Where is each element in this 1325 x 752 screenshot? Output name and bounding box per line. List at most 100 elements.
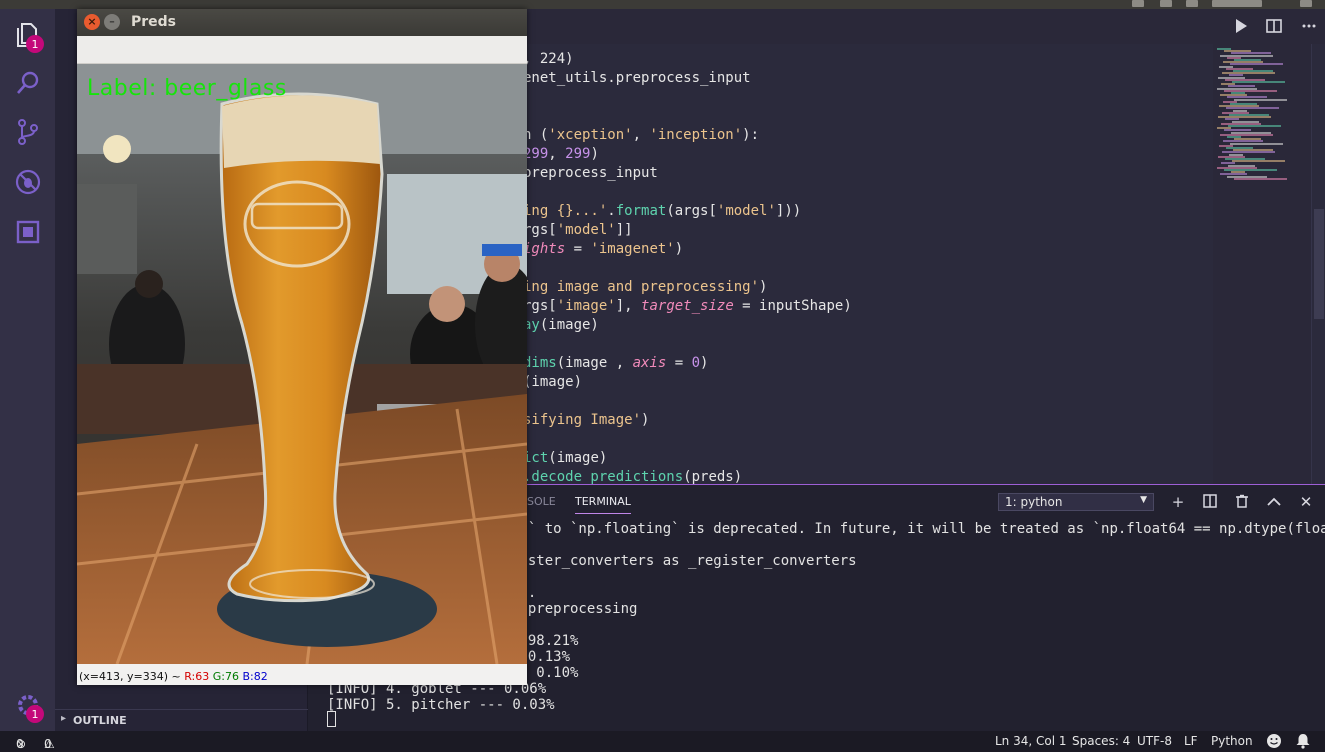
close-window-icon[interactable]: × — [84, 14, 100, 30]
chevron-up-icon[interactable] — [1266, 494, 1282, 510]
cursor-position[interactable]: Ln 34, Col 1 — [995, 734, 1067, 748]
preds-window[interactable]: × – Preds Label: beer_glass (x=413, y=33… — [77, 9, 527, 685]
clock[interactable] — [1212, 0, 1262, 7]
code-line[interactable]: dims(image , axis = 0) — [523, 354, 708, 373]
settings-badge: 1 — [26, 705, 44, 723]
terminal-line: ` to `np.floating` is deprecated. In fut… — [511, 521, 1325, 537]
code-line[interactable]: n ('xception', 'inception'): — [523, 126, 759, 145]
explorer-icon[interactable]: 1 — [12, 19, 44, 53]
code-line[interactable]: 299, 299) — [523, 145, 599, 164]
pixel-green: G:76 — [212, 670, 239, 683]
code-token: = — [666, 355, 692, 371]
extensions-icon[interactable] — [12, 216, 44, 248]
code-token: , 224) — [523, 51, 574, 67]
language-mode[interactable]: Python — [1211, 734, 1253, 748]
minimap[interactable] — [1213, 44, 1311, 484]
code-token: 299 — [565, 146, 591, 162]
code-token: ], — [615, 298, 642, 314]
code-line[interactable]: sifying Image') — [523, 411, 649, 430]
warnings-count: 0 — [44, 737, 52, 751]
code-token: ights — [523, 241, 566, 257]
prediction-label: Label: beer_glass — [87, 76, 287, 101]
minimap-line — [1232, 81, 1285, 83]
tab-terminal[interactable]: TERMINAL — [575, 495, 631, 514]
code-token: ) — [759, 279, 768, 295]
code-token: (args[ — [666, 203, 717, 219]
code-line[interactable]: rgs['image'], target_size = inputShape) — [523, 297, 852, 316]
tray-icon[interactable] — [1132, 0, 1144, 7]
close-panel-icon[interactable]: ✕ — [1298, 494, 1314, 510]
code-line[interactable]: preprocess_input — [523, 164, 658, 183]
split-editor-icon[interactable] — [1266, 18, 1282, 38]
window-title: Preds — [131, 14, 177, 30]
code-token: ) — [674, 241, 684, 257]
code-token: target_size — [641, 298, 734, 314]
code-line[interactable]: (image) — [523, 373, 582, 392]
code-line[interactable]: ict(image) — [523, 449, 607, 468]
code-token: ) — [641, 412, 650, 428]
code-token: ing image and preprocessing' — [523, 279, 760, 295]
code-token: (image) — [548, 450, 608, 466]
feedback-smiley-icon[interactable] — [1266, 733, 1282, 752]
run-icon[interactable] — [1234, 18, 1248, 38]
window-titlebar[interactable]: × – Preds — [77, 9, 527, 36]
split-terminal-icon[interactable] — [1202, 494, 1218, 510]
minimap-line — [1234, 177, 1287, 180]
code-line[interactable]: rgs['model']] — [523, 221, 633, 240]
indentation[interactable]: Spaces: 4 — [1072, 734, 1130, 748]
scrollbar-thumb[interactable] — [1314, 209, 1324, 319]
terminal-line: ster_converters as _register_converters — [511, 553, 857, 569]
code-token: = — [565, 241, 591, 257]
code-line[interactable]: enet_utils.preprocess_input — [523, 69, 751, 88]
code-line[interactable]: ing {}...'.format(args['model'])) — [523, 202, 801, 221]
code-token: ])) — [775, 203, 802, 219]
outline-section[interactable]: ▸ OUTLINE — [55, 709, 308, 731]
source-control-icon[interactable] — [12, 116, 44, 148]
terminal-select[interactable]: 1: python ▼ — [998, 493, 1154, 511]
code-token: 'inception' — [649, 127, 743, 143]
code-token: enet_utils.preprocess_input — [523, 70, 751, 86]
code-line[interactable]: ay(image) — [523, 316, 599, 335]
add-terminal-icon[interactable]: + — [1170, 494, 1186, 510]
pixel-blue: B:82 — [242, 670, 268, 683]
trash-icon[interactable] — [1234, 494, 1250, 510]
tray-icon[interactable] — [1186, 0, 1198, 7]
minimap-line — [1230, 63, 1283, 66]
terminal-cursor — [327, 711, 336, 727]
code-token: . — [607, 203, 616, 219]
end-of-line[interactable]: LF — [1184, 734, 1198, 748]
code-token: 'image' — [556, 298, 616, 314]
code-token: , — [548, 146, 566, 162]
terminal-line: [INFO] 5. pitcher --- 0.03% — [327, 697, 555, 713]
minimap-line — [1230, 142, 1283, 145]
settings-gear-icon[interactable]: 1 — [12, 689, 44, 723]
minimap-line — [1232, 160, 1285, 163]
beer-glass-photo[interactable]: Label: beer_glass — [77, 64, 527, 664]
code-token: (image) — [539, 317, 599, 333]
search-icon[interactable] — [12, 67, 44, 99]
code-token: ) — [700, 355, 709, 371]
notifications-bell-icon[interactable] — [1296, 733, 1310, 752]
tab-debug-console[interactable]: SOLE — [527, 495, 556, 508]
pixel-red: R:63 — [184, 670, 210, 683]
code-line[interactable]: ights = 'imagenet') — [523, 240, 683, 259]
debug-icon[interactable] — [12, 166, 44, 198]
code-line[interactable]: ing image and preprocessing') — [523, 278, 767, 297]
code-token: (image , — [556, 355, 633, 371]
terminal-select-value: 1: python — [1005, 495, 1063, 509]
code-token: axis — [632, 355, 667, 371]
errors-count: 0 — [16, 737, 24, 751]
code-token: ing {}...' — [523, 203, 608, 219]
code-line[interactable]: , 224) — [523, 50, 574, 69]
code-token: rgs[ — [523, 222, 557, 238]
desktop-top-panel — [0, 0, 1325, 9]
code-token: rgs[ — [523, 298, 557, 314]
more-actions-icon[interactable] — [1301, 18, 1317, 38]
tray-icon[interactable] — [1300, 0, 1312, 7]
code-line[interactable]: .decode_predictions(preds) — [523, 468, 742, 484]
caret-down-icon: ▼ — [1140, 495, 1147, 505]
minimize-window-icon[interactable]: – — [104, 14, 120, 30]
editor-scrollbar[interactable] — [1311, 44, 1325, 484]
tray-icon[interactable] — [1160, 0, 1172, 7]
encoding[interactable]: UTF-8 — [1137, 734, 1172, 748]
